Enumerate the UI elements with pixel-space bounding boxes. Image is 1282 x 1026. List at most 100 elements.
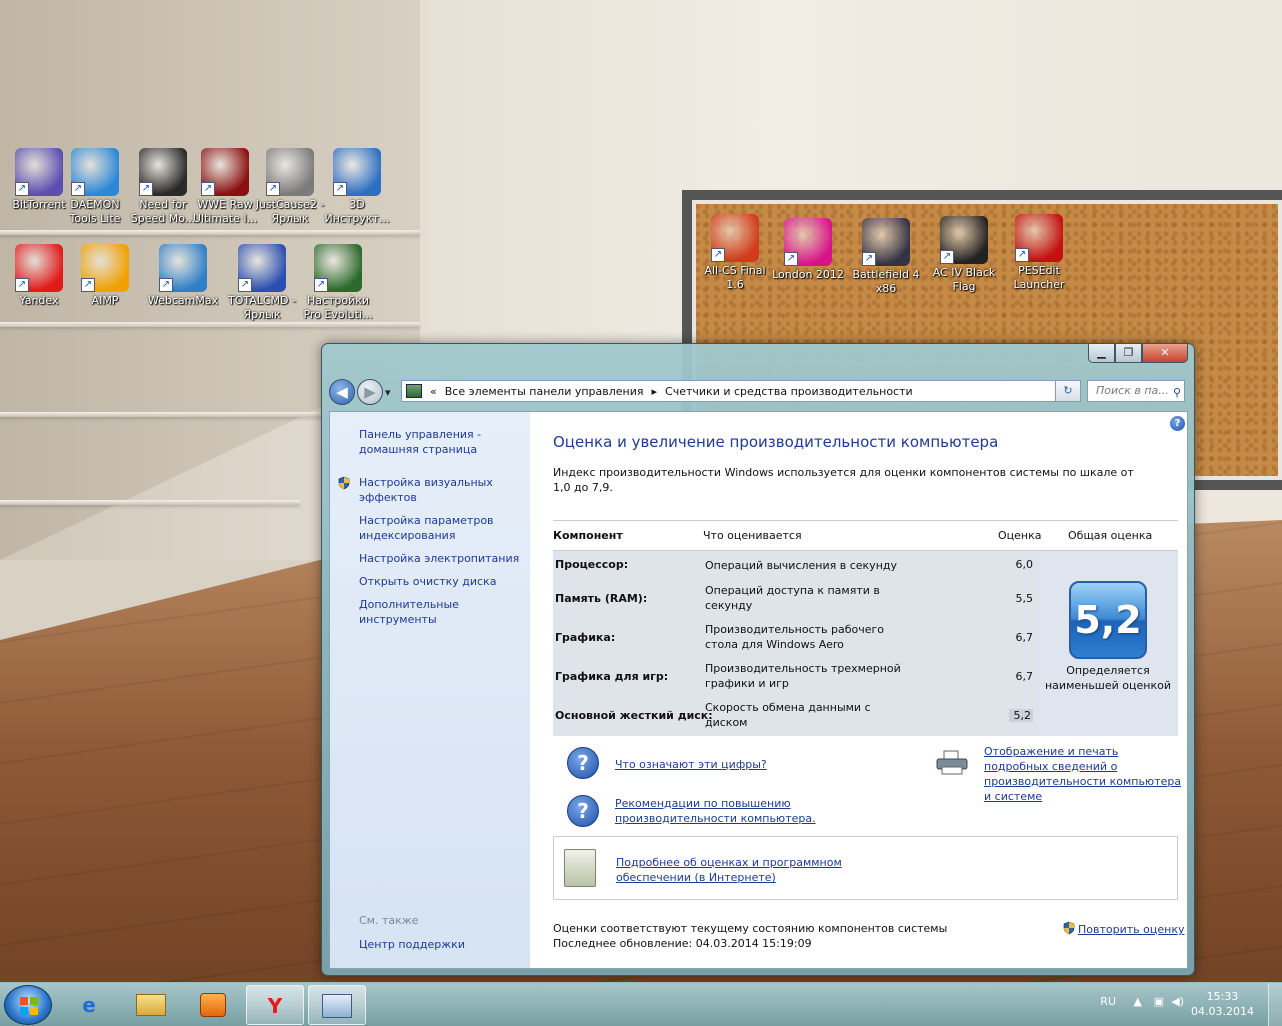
score-row: Графика для игр: Производительность трехм… (553, 657, 1038, 696)
sidebar-support-center-link[interactable]: Центр поддержки (359, 937, 524, 952)
what-numbers-mean-link[interactable]: Что означают эти цифры? (615, 757, 767, 772)
sidebar-item-power[interactable]: Настройка электропитания (359, 551, 524, 566)
show-hidden-icons-icon[interactable]: ▲ (1134, 995, 1142, 1008)
totalcmd-icon: ↗ (238, 244, 286, 292)
footer-state-text: Оценки соответствуют текущему состоянию … (553, 922, 948, 935)
battlefield-icon: ↗ (862, 218, 910, 266)
rerun-assessment-link[interactable]: Повторить оценку (1078, 922, 1184, 937)
see-also-label: См. также (359, 914, 419, 927)
score-table-header: Компонент Что оценивается Оценка Общая о… (553, 521, 1178, 551)
desktop-shortcut-label: AC IV Black Flag (932, 266, 996, 293)
sidebar-item-indexing[interactable]: Настройка параметров индексирования (359, 513, 524, 543)
footer-updated-text: Последнее обновление: 04.03.2014 15:19:0… (553, 937, 812, 950)
volume-icon[interactable]: ◀) (1171, 995, 1184, 1008)
wallpaper-shelf (0, 322, 420, 327)
help-icon[interactable]: ? (1170, 416, 1185, 431)
wallpaper-shelf (0, 230, 420, 235)
shortcut-arrow-icon: ↗ (159, 278, 173, 292)
score-row-component: Процессор: (555, 558, 629, 571)
show-desktop-button[interactable] (1268, 983, 1282, 1026)
desktop-shortcut[interactable]: ↗ AIMP (66, 244, 144, 308)
shortcut-arrow-icon: ↗ (333, 182, 347, 196)
desktop-shortcut-label: 3D Инструкт... (324, 198, 390, 225)
shortcut-arrow-icon: ↗ (201, 182, 215, 196)
webcammax-icon: ↗ (159, 244, 207, 292)
score-row-description: Производительность рабочего стола для Wi… (705, 623, 885, 651)
refresh-button[interactable]: ↻ (1055, 380, 1081, 402)
back-button[interactable]: ◀ (329, 379, 355, 405)
breadcrumb-performance[interactable]: Счетчики и средства производительности (665, 385, 913, 398)
uac-shield-icon (1062, 921, 1076, 935)
score-row: Основной жесткий диск: Скорость обмена да… (553, 696, 1038, 735)
desktop-shortcut[interactable]: ↗ London 2012 (769, 218, 847, 282)
wallpaper-shelf (0, 500, 300, 505)
desktop-shortcut[interactable]: ↗ PESEdit Launcher (1000, 214, 1078, 292)
forward-button[interactable]: ▶ (357, 379, 383, 405)
overall-score-panel: 5,2 Определяется наименьшей оценкой (1038, 551, 1178, 736)
clock-time: 15:33 (1206, 990, 1239, 1003)
daemon-tools-icon: ↗ (71, 148, 119, 196)
address-bar[interactable]: « Все элементы панели управления ▸ Счетч… (401, 380, 1079, 402)
desktop-shortcut[interactable]: ↗ AC IV Black Flag (925, 216, 1003, 294)
maximize-button[interactable]: ❐ (1115, 344, 1142, 363)
desktop-shortcut[interactable]: ↗ WebcamMax (144, 244, 222, 308)
shortcut-arrow-icon: ↗ (15, 182, 29, 196)
control-panel-taskbar-icon[interactable] (308, 985, 366, 1025)
search-input[interactable]: Поиск в па... ⚲ (1087, 380, 1185, 402)
score-row-component: Графика: (555, 631, 616, 644)
print-details-link[interactable]: Отображение и печать подробных сведений … (984, 744, 1184, 804)
performance-window: ▁ ❐ ✕ ◀ ▶ ▾ « Все элементы панели управл… (321, 343, 1195, 976)
score-row: Графика: Производительность рабочего стол… (553, 618, 1038, 657)
yandex-browser-icon[interactable]: Y (246, 985, 304, 1025)
desktop-shortcut-label: Battlefield 4 x86 (852, 268, 920, 295)
desktop-shortcut[interactable]: ↗ 3D Инструкт... (318, 148, 396, 226)
sidebar-item-visual-effects[interactable]: Настройка визуальных эффектов (359, 475, 524, 505)
desktop-shortcut[interactable]: ↗ Настройки Pro Evoluti... (299, 244, 377, 322)
search-icon[interactable]: ⚲ (1173, 383, 1181, 403)
clock[interactable]: 15:33 04.03.2014 (1191, 989, 1254, 1019)
header-what: Что оценивается (703, 529, 802, 542)
sidebar-item-advanced-tools[interactable]: Дополнительные инструменты (359, 597, 524, 627)
wallpaper-shelf (0, 412, 330, 417)
printer-icon[interactable] (935, 750, 969, 776)
header-component: Компонент (553, 529, 623, 542)
desktop-shortcut[interactable]: ↗ Battlefield 4 x86 (847, 218, 925, 296)
breadcrumb-all-items[interactable]: Все элементы панели управления (445, 385, 644, 398)
shortcut-arrow-icon: ↗ (711, 248, 725, 262)
ie-icon[interactable]: e (60, 985, 118, 1025)
language-indicator[interactable]: RU (1100, 995, 1116, 1008)
shortcut-arrow-icon: ↗ (266, 182, 280, 196)
aimp-icon: ↗ (81, 244, 129, 292)
start-button[interactable] (4, 985, 52, 1025)
breadcrumb-separator-icon[interactable]: ▸ (652, 385, 658, 398)
overall-score-note: Определяется наименьшей оценкой (1044, 664, 1171, 692)
score-table: Компонент Что оценивается Оценка Общая о… (553, 520, 1178, 736)
sidebar-item-disk-cleanup[interactable]: Открыть очистку диска (359, 574, 524, 589)
score-row-value: 5,2 (1009, 709, 1033, 722)
more-info-link[interactable]: Подробнее об оценках и программном обесп… (616, 855, 856, 885)
desktop-shortcut[interactable]: ↗ TOTALCMD - Ярлык (223, 244, 301, 322)
close-button[interactable]: ✕ (1142, 344, 1188, 363)
score-row-description: Операций вычисления в секунду (705, 559, 897, 572)
help-question-icon[interactable]: ? (567, 795, 599, 827)
more-info-box: Подробнее об оценках и программном обесп… (553, 836, 1178, 900)
justcause-icon: ↗ (266, 148, 314, 196)
desktop-shortcut[interactable]: ↗ DAEMON Tools Lite (56, 148, 134, 226)
shortcut-arrow-icon: ↗ (81, 278, 95, 292)
desktop-shortcut[interactable]: ↗ All-CS Final 1.6 (696, 214, 774, 292)
software-info-icon[interactable] (564, 849, 596, 887)
performance-tips-link[interactable]: Рекомендации по повышению производительн… (615, 796, 845, 826)
network-icon[interactable]: ▣ (1154, 995, 1164, 1008)
minimize-button[interactable]: ▁ (1088, 344, 1115, 363)
recent-pages-dropdown[interactable]: ▾ (385, 386, 391, 399)
search-placeholder: Поиск в па... (1096, 384, 1169, 397)
score-row-description: Операций доступа к памяти в секунду (705, 584, 880, 612)
explorer-icon[interactable] (122, 985, 180, 1025)
uac-shield-icon (337, 476, 351, 490)
score-row: Процессор: Операций вычисления в секунду 6… (553, 551, 1038, 579)
sidebar-home-link[interactable]: Панель управления - домашняя страница (359, 427, 524, 457)
help-question-icon[interactable]: ? (567, 747, 599, 779)
media-player-icon[interactable] (184, 985, 242, 1025)
breadcrumb-overflow[interactable]: « (430, 385, 437, 398)
pesedit-icon: ↗ (1015, 214, 1063, 262)
